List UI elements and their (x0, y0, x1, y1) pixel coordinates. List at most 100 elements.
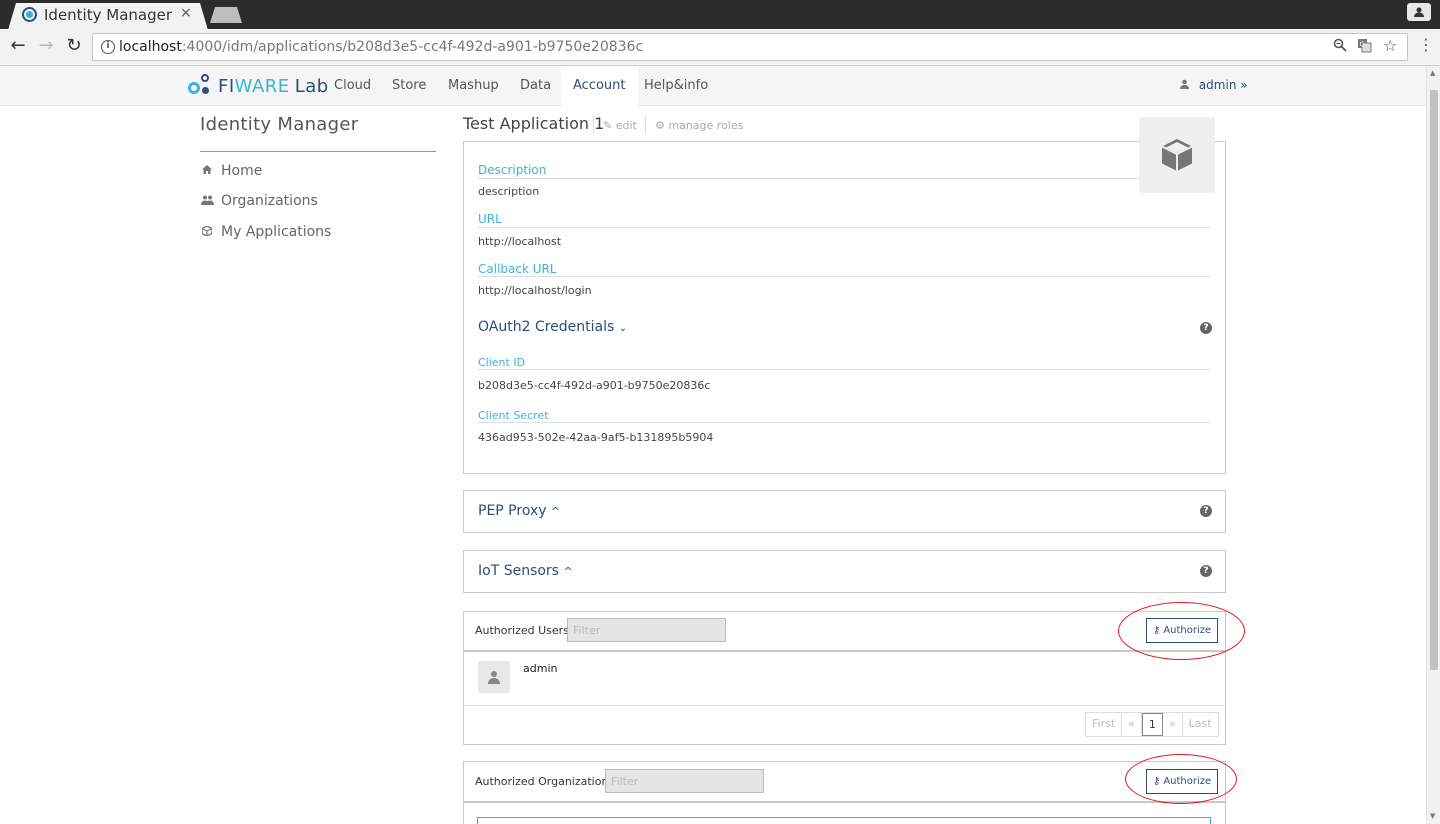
nav-help-info[interactable]: Help&info (632, 66, 720, 106)
sidebar-item-organizations[interactable]: Organizations (200, 193, 318, 209)
application-title: Test Application 1 (463, 114, 605, 133)
authorized-organizations-panel: Authorized Organizations ⚷Authorize (463, 761, 1226, 824)
logo-fi: FI (218, 75, 235, 97)
oauth2-credentials-toggle[interactable]: OAuth2 Credentials ⌄ (478, 319, 627, 335)
application-info-panel: Description description URL http://local… (463, 141, 1226, 474)
page-scrollbar[interactable]: ▲ ▼ (1426, 66, 1440, 824)
authorized-users-label: Authorized Users (475, 624, 569, 637)
oauth2-help-icon[interactable]: ? (1200, 322, 1212, 334)
url-host: localhost (119, 39, 182, 55)
tab-close-icon[interactable]: × (180, 5, 192, 21)
browser-menu-icon[interactable]: ⋮ (1418, 35, 1434, 54)
panel-divider (464, 801, 1225, 803)
authorized-users-filter-input[interactable] (567, 618, 726, 642)
scroll-down-icon[interactable]: ▼ (1430, 812, 1435, 820)
fiware-lab-logo[interactable]: FIWARE Lab (188, 72, 329, 100)
authorized-organizations-filter-input[interactable] (605, 769, 764, 793)
iot-sensors-panel: IoT Sensors ^ ? (463, 550, 1226, 593)
sidebar-title: Identity Manager (200, 114, 359, 135)
application-image (1139, 117, 1215, 193)
iot-sensors-label: IoT Sensors (478, 563, 559, 579)
sidebar-item-label: Home (221, 163, 263, 179)
nav-store[interactable]: Store (380, 66, 438, 106)
pep-proxy-toggle[interactable]: PEP Proxy ^ (478, 503, 560, 519)
bookmark-star-icon[interactable]: ☆ (1383, 36, 1397, 55)
authorized-organizations-label: Authorized Organizations (475, 775, 615, 788)
field-divider (478, 276, 1211, 277)
fiware-favicon-icon (22, 7, 37, 22)
pep-proxy-help-icon[interactable]: ? (1200, 505, 1212, 517)
edit-icon: ✎ (603, 119, 613, 132)
forward-icon[interactable]: → (35, 35, 57, 56)
edit-link[interactable]: ✎ edit (603, 119, 637, 132)
pager-page-1[interactable]: 1 (1141, 713, 1163, 736)
url-path: :4000/idm/applications/b208d3e5-cc4f-492… (181, 39, 644, 55)
authorized-user-name[interactable]: admin (523, 662, 557, 675)
url-text[interactable]: localhost:4000/idm/applications/b208d3e5… (119, 39, 643, 55)
title-separator (645, 116, 646, 134)
top-navbar: FIWARE Lab Cloud Store Mashup Data Accoun… (0, 66, 1426, 106)
reload-icon[interactable]: ↻ (63, 35, 85, 56)
back-icon[interactable]: ← (7, 35, 29, 56)
pep-proxy-panel: PEP Proxy ^ ? (463, 490, 1226, 533)
page-viewport: FIWARE Lab Cloud Store Mashup Data Accoun… (0, 66, 1426, 824)
user-menu[interactable]: admin » (1180, 78, 1248, 92)
sidebar-item-label: My Applications (221, 224, 332, 240)
pager-next[interactable]: » (1163, 713, 1183, 736)
pager-first[interactable]: First (1086, 713, 1123, 736)
field-divider (478, 178, 1140, 179)
new-tab-button[interactable] (210, 7, 242, 23)
client-secret-value: 436ad953-502e-42aa-9af5-b131895b5904 (478, 431, 714, 444)
scroll-thumb[interactable] (1430, 90, 1438, 670)
browser-tab-bar: Identity Manager × (0, 0, 1440, 30)
callback-url-value: http://localhost/login (478, 284, 592, 297)
url-label: URL (478, 212, 502, 226)
user-avatar (478, 661, 510, 693)
sidebar-item-my-applications[interactable]: My Applications (200, 224, 331, 240)
sidebar-item-label: Organizations (221, 193, 318, 209)
cube-icon (200, 224, 214, 239)
sidebar-divider (200, 151, 436, 152)
svg-text:G: G (1360, 41, 1365, 49)
client-id-label: Client ID (478, 356, 526, 369)
field-divider (478, 369, 1211, 370)
zoom-icon[interactable] (1333, 38, 1347, 56)
nav-mashup[interactable]: Mashup (436, 66, 511, 106)
logo-ware: WARE (234, 75, 290, 97)
pagination: First « 1 » Last (1085, 712, 1219, 737)
callback-url-label: Callback URL (478, 262, 557, 276)
client-secret-label: Client Secret (478, 409, 549, 422)
iot-sensors-help-icon[interactable]: ? (1200, 565, 1212, 577)
profile-icon[interactable] (1407, 3, 1431, 21)
nav-cloud[interactable]: Cloud (322, 66, 383, 106)
url-value: http://localhost (478, 235, 562, 248)
scroll-up-icon[interactable]: ▲ (1430, 69, 1435, 77)
key-icon: ⚷ (1153, 776, 1161, 787)
iot-sensors-toggle[interactable]: IoT Sensors ^ (478, 563, 573, 579)
pager-prev[interactable]: « (1122, 713, 1142, 736)
browser-toolbar: ← → ↻ i localhost:4000/idm/applications/… (0, 29, 1440, 66)
home-icon (200, 165, 214, 177)
pep-proxy-label: PEP Proxy (478, 503, 547, 519)
pager-last[interactable]: Last (1183, 713, 1218, 736)
description-label: Description (478, 163, 547, 177)
address-bar[interactable]: i localhost:4000/idm/applications/b208d3… (92, 33, 1408, 61)
field-divider (478, 227, 1211, 228)
authorize-users-button[interactable]: ⚷ Authorize (1146, 618, 1219, 643)
translate-icon[interactable]: G (1357, 38, 1372, 57)
person-icon (488, 671, 500, 684)
key-icon: ⚷ (1153, 625, 1161, 636)
gears-icon: ⚙ (655, 119, 665, 132)
sidebar-item-home[interactable]: Home (200, 163, 262, 179)
nav-account[interactable]: Account (561, 66, 638, 106)
authorize-label: Authorize (1163, 625, 1212, 636)
title-separator (593, 116, 594, 134)
site-info-icon[interactable]: i (101, 40, 115, 54)
authorized-users-panel: Authorized Users ⚷Authorize admin First … (463, 611, 1226, 745)
panel-divider (464, 705, 1225, 706)
client-id-value: b208d3e5-cc4f-492d-a901-b9750e20836c (478, 379, 711, 392)
authorize-organizations-button[interactable]: ⚷ Authorize (1146, 769, 1219, 794)
nav-data[interactable]: Data (508, 66, 563, 106)
manage-roles-link[interactable]: ⚙ manage roles (655, 119, 743, 132)
panel-divider (464, 650, 1225, 652)
